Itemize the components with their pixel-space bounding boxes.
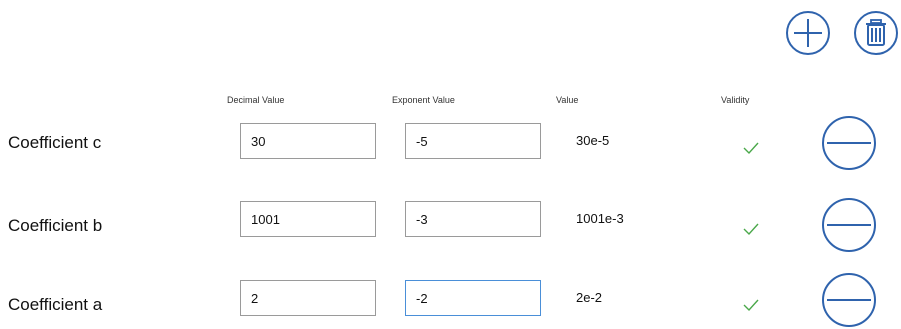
coefficient-label: Coefficient c xyxy=(8,133,102,152)
remove-coefficient-button[interactable] xyxy=(821,197,877,253)
decimal-value-input[interactable] xyxy=(240,123,376,159)
coefficient-label: Coefficient b xyxy=(8,216,103,235)
add-coefficient-button[interactable] xyxy=(785,10,831,56)
delete-all-button[interactable] xyxy=(853,10,899,56)
valid-check-icon xyxy=(741,295,761,315)
coefficient-label: Coefficient a xyxy=(8,295,103,314)
exponent-value-input[interactable] xyxy=(405,280,541,316)
minus-circle-icon xyxy=(822,198,876,252)
decimal-value-input[interactable] xyxy=(240,201,376,237)
header-decimal-value: Decimal Value xyxy=(227,95,285,105)
trash-circle-icon xyxy=(854,11,898,55)
valid-check-icon xyxy=(741,138,761,158)
minus-circle-icon xyxy=(822,116,876,170)
exponent-value-input[interactable] xyxy=(405,201,541,237)
header-exponent-value: Exponent Value xyxy=(392,95,455,105)
computed-value: 2e-2 xyxy=(576,290,603,305)
computed-value: 1001e-3 xyxy=(576,211,624,226)
plus-circle-icon xyxy=(786,11,830,55)
remove-coefficient-button[interactable] xyxy=(821,115,877,171)
computed-value: 30e-5 xyxy=(576,133,610,148)
remove-coefficient-button[interactable] xyxy=(821,272,877,328)
exponent-value-input[interactable] xyxy=(405,123,541,159)
header-validity: Validity xyxy=(721,95,750,105)
minus-circle-icon xyxy=(822,273,876,327)
header-value: Value xyxy=(556,95,579,105)
decimal-value-input[interactable] xyxy=(240,280,376,316)
valid-check-icon xyxy=(741,219,761,239)
